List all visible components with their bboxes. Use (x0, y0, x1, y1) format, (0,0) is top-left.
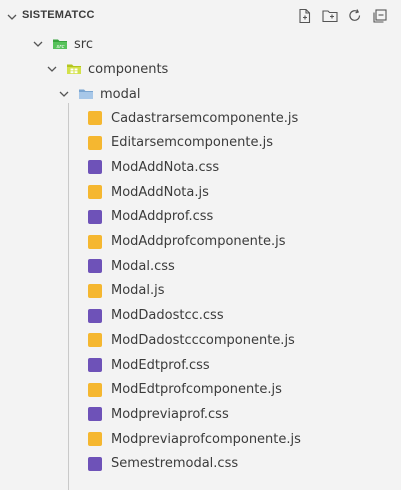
file-row[interactable]: ModAddprofcomponente.js (0, 230, 401, 254)
css-file-icon (88, 259, 102, 274)
new-file-icon[interactable] (296, 7, 314, 25)
file-name: Modpreviaprof.css (111, 406, 229, 422)
file-name: Semestremodal.css (111, 456, 239, 472)
svg-text:src: src (56, 44, 64, 50)
file-name: ModDadostcccomponente.js (111, 332, 295, 348)
js-file-icon (88, 185, 102, 200)
chevron-down-icon[interactable] (4, 9, 20, 25)
file-row[interactable]: ModAddprof.css (0, 205, 401, 229)
collapse-all-icon[interactable] (371, 7, 389, 25)
css-file-icon (88, 160, 102, 175)
file-row[interactable]: ModEdtprofcomponente.js (0, 378, 401, 402)
explorer-actions (296, 7, 389, 27)
file-name: Modpreviaprofcomponente.js (111, 431, 301, 447)
file-row[interactable]: ModEdtprof.css (0, 353, 401, 377)
file-name: Modal.js (111, 283, 165, 299)
file-row[interactable]: Modal.js (0, 279, 401, 303)
css-file-icon (88, 456, 102, 471)
folder-label: modal (100, 86, 141, 102)
file-name: ModAddprof.css (111, 209, 214, 225)
file-name: Modal.css (111, 258, 175, 274)
folder-modal[interactable]: modal (0, 82, 401, 106)
file-row[interactable]: Modpreviaprofcomponente.js (0, 427, 401, 451)
css-file-icon (88, 358, 102, 372)
folder-label: components (88, 61, 169, 77)
file-row[interactable]: Editarsemcomponente.js (0, 131, 401, 155)
folder-icon: src (53, 39, 67, 50)
js-file-icon (88, 234, 102, 249)
folder-icon (67, 64, 81, 74)
css-file-icon (88, 407, 102, 422)
file-row[interactable]: Semestremodal.css (0, 452, 401, 476)
file-row[interactable]: Modal.css (0, 254, 401, 278)
file-name: ModAddNota.js (111, 184, 209, 200)
file-name: Editarsemcomponente.js (111, 135, 273, 151)
file-row[interactable]: ModAddNota.js (0, 180, 401, 204)
js-file-icon (88, 283, 102, 298)
file-name: Cadastrarsemcomponente.js (111, 110, 299, 126)
css-file-icon (88, 209, 102, 224)
explorer-header[interactable]: SISTEMATCC (0, 4, 401, 30)
folder-components[interactable]: components (0, 57, 401, 81)
css-file-icon (88, 308, 102, 323)
chevron-down-icon[interactable] (30, 36, 46, 52)
js-file-icon (88, 382, 102, 397)
folder-label: src (74, 36, 93, 52)
file-name: ModAddprofcomponente.js (111, 234, 286, 249)
file-row[interactable]: ModDadostcc.css (0, 304, 401, 328)
js-file-icon (88, 333, 102, 348)
js-file-icon (88, 135, 102, 150)
chevron-down-icon[interactable] (56, 86, 72, 102)
file-name: ModEdtprofcomponente.js (111, 382, 282, 398)
file-name: ModEdtprof.css (111, 357, 210, 373)
file-row[interactable]: ModDadostcccomponente.js (0, 328, 401, 352)
js-file-icon (88, 432, 102, 447)
new-folder-icon[interactable] (321, 7, 339, 25)
file-name: ModAddNota.css (111, 159, 220, 175)
folder-icon (79, 89, 93, 99)
file-name: ModDadostcc.css (111, 308, 224, 324)
file-row[interactable]: Cadastrarsemcomponente.js (0, 106, 401, 130)
js-file-icon (88, 111, 102, 125)
chevron-down-icon[interactable] (44, 61, 60, 77)
file-explorer: SISTEMATCC src src components modal Cada… (0, 0, 401, 490)
file-row[interactable]: ModAddNota.css (0, 155, 401, 179)
file-row[interactable]: Modpreviaprof.css (0, 402, 401, 426)
refresh-icon[interactable] (346, 7, 364, 25)
explorer-title: SISTEMATCC (22, 9, 95, 21)
folder-src[interactable]: src src (0, 32, 401, 56)
